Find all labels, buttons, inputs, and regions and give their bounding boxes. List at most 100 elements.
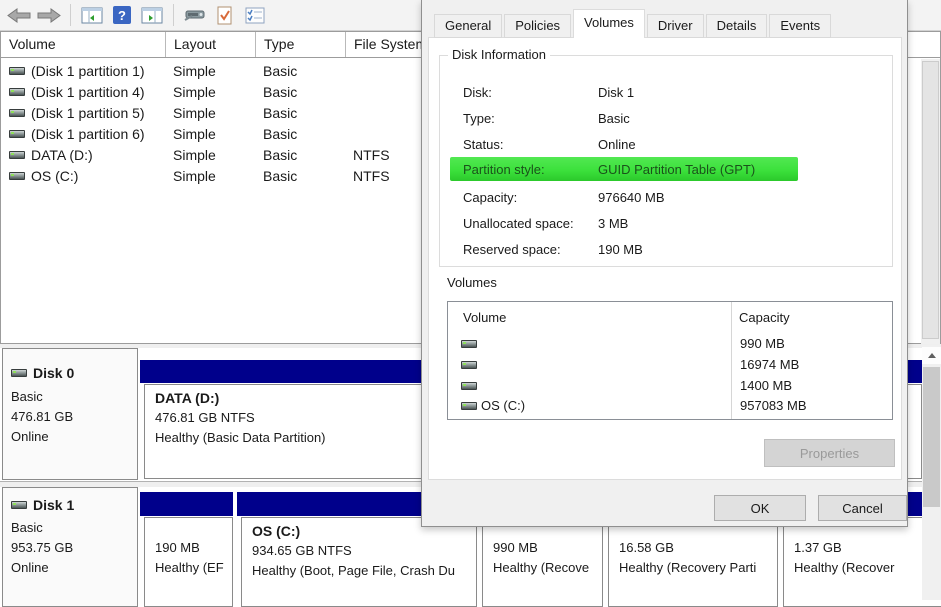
- disk-size: 476.81 GB: [11, 407, 137, 427]
- partition-recovery-1[interactable]: 990 MB Healthy (Recove: [482, 517, 603, 607]
- disk-name: Disk 0: [33, 365, 74, 381]
- partition-size: 990 MB: [493, 538, 602, 558]
- info-row-partition-style: Partition style: GUID Partition Table (G…: [440, 157, 892, 181]
- hdd-icon: [9, 109, 25, 117]
- partition-size: 190 MB: [155, 538, 232, 558]
- scrollbar-thumb[interactable]: [923, 367, 940, 507]
- partition-size: 1.37 GB: [794, 538, 941, 558]
- volume-list-scrollbar[interactable]: [921, 59, 940, 344]
- hdd-icon: [461, 361, 477, 369]
- volume-capacity: 16974 MB: [740, 357, 799, 372]
- disk-icon: [11, 501, 27, 509]
- partition-os-c[interactable]: OS (C:) 934.65 GB NTFS Healthy (Boot, Pa…: [241, 517, 477, 607]
- info-value: 976640 MB: [598, 190, 665, 205]
- volume-layout: Simple: [166, 147, 256, 163]
- disk-type: Basic: [11, 387, 137, 407]
- volumes-tab-page: Disk Information Disk: Disk 1 Type: Basi…: [428, 37, 902, 480]
- dialog-volume-row[interactable]: OS (C:) 957083 MB: [448, 396, 892, 416]
- info-row-reserved: Reserved space: 190 MB: [440, 237, 892, 261]
- volume-type: Basic: [256, 168, 346, 184]
- forward-icon[interactable]: [34, 2, 64, 28]
- dialog-tabs: General Policies Volumes Driver Details …: [434, 9, 833, 38]
- partition-efi[interactable]: 190 MB Healthy (EF: [144, 517, 233, 607]
- info-label: Unallocated space:: [463, 216, 598, 231]
- volume-layout: Simple: [166, 63, 256, 79]
- partition-status: Healthy (Recove: [493, 558, 602, 578]
- volume-type: Basic: [256, 126, 346, 142]
- volume-capacity: 990 MB: [740, 336, 785, 351]
- partition-size: 934.65 GB NTFS: [252, 541, 476, 561]
- partition-status: Healthy (EF: [155, 558, 232, 578]
- hdd-icon: [461, 402, 477, 410]
- column-header-volume[interactable]: Volume: [1, 32, 166, 57]
- disk-size: 953.75 GB: [11, 538, 137, 558]
- graphical-view-scrollbar[interactable]: [922, 345, 941, 600]
- info-value: Disk 1: [598, 85, 634, 100]
- volume-layout: Simple: [166, 84, 256, 100]
- disk-status: Online: [11, 558, 137, 578]
- info-value: 190 MB: [598, 242, 643, 257]
- tab-driver[interactable]: Driver: [647, 14, 704, 38]
- dialog-volume-row[interactable]: 1400 MB: [448, 376, 892, 396]
- tab-policies[interactable]: Policies: [504, 14, 571, 38]
- volume-name: (Disk 1 partition 6): [31, 126, 145, 142]
- disk1-panel[interactable]: Disk 1 Basic 953.75 GB Online: [2, 487, 138, 607]
- partition-recovery-3[interactable]: 1.37 GB Healthy (Recover: [783, 517, 941, 607]
- check-document-icon[interactable]: [210, 2, 240, 28]
- tab-details[interactable]: Details: [706, 14, 768, 38]
- partition-color-bar: [140, 492, 233, 516]
- tab-general[interactable]: General: [434, 14, 502, 38]
- info-value: 3 MB: [598, 216, 628, 231]
- info-label: Status:: [463, 137, 598, 152]
- show-action-pane-icon[interactable]: [137, 2, 167, 28]
- tab-volumes[interactable]: Volumes: [573, 9, 645, 38]
- disk0-panel[interactable]: Disk 0 Basic 476.81 GB Online: [2, 348, 138, 480]
- volume-type: Basic: [256, 84, 346, 100]
- checklist-icon[interactable]: [240, 2, 270, 28]
- show-console-tree-icon[interactable]: [77, 2, 107, 28]
- cancel-button[interactable]: Cancel: [818, 495, 907, 521]
- info-label: Reserved space:: [463, 242, 598, 257]
- info-label: Disk:: [463, 85, 598, 100]
- disk-icon: [11, 369, 27, 377]
- info-row-disk: Disk: Disk 1: [440, 80, 892, 104]
- hdd-icon: [9, 67, 25, 75]
- back-icon[interactable]: [4, 2, 34, 28]
- disk-tool-icon[interactable]: [180, 2, 210, 28]
- volume-name: OS (C:): [31, 168, 78, 184]
- tab-events[interactable]: Events: [769, 14, 831, 38]
- hdd-icon: [461, 382, 477, 390]
- volume-layout: Simple: [166, 105, 256, 121]
- volume-capacity: 957083 MB: [740, 398, 807, 413]
- volume-type: Basic: [256, 105, 346, 121]
- column-header-layout[interactable]: Layout: [166, 32, 256, 57]
- hdd-icon: [9, 151, 25, 159]
- hdd-icon: [9, 88, 25, 96]
- column-header-type[interactable]: Type: [256, 32, 346, 57]
- groupbox-title: Disk Information: [448, 47, 550, 62]
- dialog-volume-row[interactable]: 990 MB: [448, 334, 892, 354]
- hdd-icon: [9, 172, 25, 180]
- volume-capacity: 1400 MB: [740, 378, 792, 393]
- ok-button[interactable]: OK: [714, 495, 806, 521]
- scroll-up-icon[interactable]: [922, 347, 941, 364]
- info-row-capacity: Capacity: 976640 MB: [440, 185, 892, 209]
- info-value: Online: [598, 137, 636, 152]
- info-row-unallocated: Unallocated space: 3 MB: [440, 211, 892, 235]
- help-icon[interactable]: ?: [107, 2, 137, 28]
- properties-button[interactable]: Properties: [764, 439, 895, 467]
- dialog-volume-row[interactable]: 16974 MB: [448, 355, 892, 375]
- partition-recovery-2[interactable]: 16.58 GB Healthy (Recovery Parti: [608, 517, 778, 607]
- info-label: Capacity:: [463, 190, 598, 205]
- info-label: Type:: [463, 111, 598, 126]
- partition-status: Healthy (Recover: [794, 558, 941, 578]
- hdd-icon: [461, 340, 477, 348]
- volume-layout: Simple: [166, 126, 256, 142]
- column-header-volume: Volume: [463, 310, 506, 325]
- toolbar-separator: [173, 4, 174, 26]
- disk-management-window: { "toolbar": { "icons": ["back-arrow", "…: [0, 0, 941, 600]
- partition-status: Healthy (Boot, Page File, Crash Du: [252, 561, 476, 581]
- volume-name: (Disk 1 partition 4): [31, 84, 145, 100]
- disk-properties-dialog: General Policies Volumes Driver Details …: [421, 0, 908, 527]
- volume-type: Basic: [256, 147, 346, 163]
